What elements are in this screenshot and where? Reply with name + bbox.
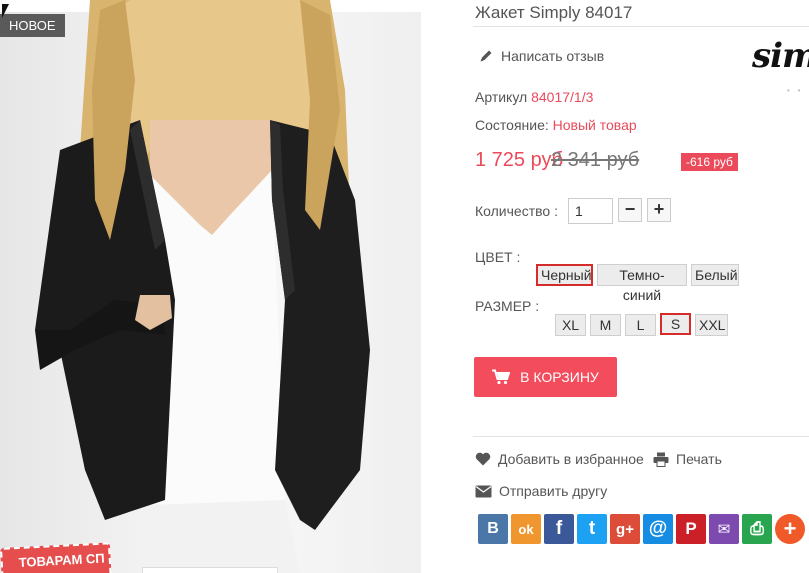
add-to-cart-label: В КОРЗИНУ bbox=[520, 369, 599, 385]
color-option-navy[interactable]: Темно-синий bbox=[597, 264, 687, 303]
add-to-favorites-label: Добавить в избранное bbox=[498, 451, 644, 467]
print-share-icon: ⎙ bbox=[750, 519, 764, 538]
quantity-increase-button[interactable]: + bbox=[647, 198, 671, 222]
cart-icon bbox=[492, 369, 511, 385]
send-to-friend-label: Отправить другу bbox=[499, 483, 608, 499]
promo-sticker[interactable]: ТОВАРАМ СП bbox=[0, 542, 112, 573]
size-option-m[interactable]: M bbox=[590, 314, 621, 336]
share-print-button[interactable]: ⎙ bbox=[742, 514, 772, 544]
article-value: 84017/1/3 bbox=[531, 89, 594, 105]
print-label: Печать bbox=[676, 451, 722, 467]
print-link[interactable]: Печать bbox=[653, 451, 722, 467]
google-plus-icon: g+ bbox=[616, 520, 634, 538]
share-mail-button[interactable]: @ bbox=[643, 514, 673, 544]
actions-divider bbox=[473, 436, 809, 437]
email-icon: ✉ bbox=[717, 521, 731, 538]
condition-row: Состояние: Новый товар bbox=[475, 117, 637, 133]
quantity-decrease-button[interactable]: − bbox=[618, 198, 642, 222]
envelope-icon bbox=[475, 485, 492, 497]
share-twitter-button[interactable]: t bbox=[577, 514, 607, 544]
share-email-button[interactable]: ✉ bbox=[709, 514, 739, 544]
write-review-label: Написать отзыв bbox=[501, 48, 605, 64]
thumbnail-card[interactable] bbox=[142, 567, 278, 573]
heart-icon bbox=[475, 452, 491, 466]
size-label: РАЗМЕР : bbox=[475, 298, 540, 314]
product-title: Жакет Simply 84017 bbox=[475, 3, 633, 22]
size-option-xl[interactable]: XL bbox=[555, 314, 586, 336]
plus-icon: + bbox=[783, 516, 797, 541]
share-facebook-button[interactable]: f bbox=[544, 514, 574, 544]
share-odnoklassniki-button[interactable]: ok bbox=[511, 514, 541, 544]
odnoklassniki-icon: ok bbox=[518, 521, 534, 537]
share-vk-button[interactable]: В bbox=[478, 514, 508, 544]
new-badge: НОВОЕ bbox=[0, 14, 65, 37]
mouse-cursor-icon bbox=[2, 4, 9, 18]
facebook-icon: f bbox=[555, 518, 563, 539]
add-to-cart-button[interactable]: В КОРЗИНУ bbox=[474, 357, 617, 397]
quantity-label: Количество : bbox=[475, 203, 558, 219]
size-option-xxl[interactable]: XXL bbox=[695, 314, 728, 336]
article-row: Артикул 84017/1/3 bbox=[475, 89, 593, 105]
share-google-plus-button[interactable]: g+ bbox=[610, 514, 640, 544]
condition-label: Состояние: bbox=[475, 117, 549, 133]
pinterest-icon: P bbox=[685, 519, 697, 538]
condition-value: Новый товар bbox=[552, 117, 637, 133]
mail-icon: @ bbox=[648, 518, 668, 539]
vk-icon: В bbox=[487, 520, 499, 537]
discount-badge: -616 руб bbox=[681, 153, 738, 171]
pencil-icon bbox=[480, 50, 492, 62]
color-option-black[interactable]: Черный bbox=[536, 264, 593, 286]
color-label: ЦВЕТ : bbox=[475, 249, 521, 265]
brand-logo[interactable]: simp bbox=[752, 36, 809, 76]
write-review-link[interactable]: Написать отзыв bbox=[479, 48, 604, 64]
quantity-input[interactable]: 1 bbox=[568, 198, 613, 224]
color-option-white[interactable]: Белый bbox=[691, 264, 739, 286]
current-price: 1 725 руб bbox=[475, 149, 564, 171]
article-label: Артикул bbox=[475, 89, 528, 105]
add-to-favorites-link[interactable]: Добавить в избранное bbox=[475, 451, 644, 467]
size-option-s[interactable]: S bbox=[660, 313, 691, 335]
send-to-friend-link[interactable]: Отправить другу bbox=[475, 483, 607, 499]
twitter-icon: t bbox=[588, 518, 596, 539]
product-details: Жакет Simply 84017 Написать отзыв simp •… bbox=[421, 0, 809, 573]
printer-icon bbox=[653, 452, 669, 467]
share-pinterest-button[interactable]: P bbox=[676, 514, 706, 544]
model-illustration bbox=[35, 0, 370, 573]
brand-logo-dots: •• bbox=[787, 86, 809, 95]
share-more-button[interactable]: + bbox=[775, 514, 805, 544]
product-photo[interactable]: НОВОЕ ТОВАРАМ СП bbox=[0, 0, 421, 573]
title-divider bbox=[473, 26, 809, 27]
size-option-l[interactable]: L bbox=[625, 314, 656, 336]
old-price: 2 341 руб bbox=[551, 149, 640, 171]
